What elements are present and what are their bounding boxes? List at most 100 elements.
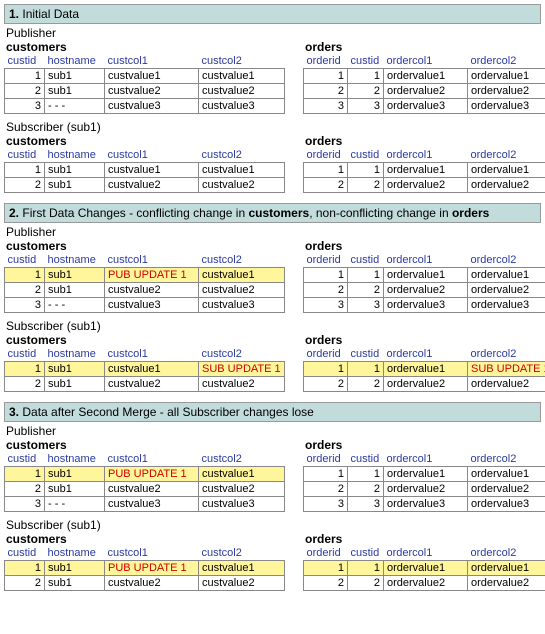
section-header: 3. Data after Second Merge - all Subscri…: [4, 402, 541, 422]
cell-orderid: 3: [304, 298, 348, 313]
cell-custcol1: custvalue1: [105, 362, 199, 377]
col-header: custcol1: [105, 347, 199, 362]
table-row: 2sub1custvalue2custvalue2: [5, 84, 285, 99]
cell-hostname: sub1: [45, 178, 105, 193]
col-header: custid: [348, 347, 384, 362]
table-row: 3- - -custvalue3custvalue3: [5, 298, 285, 313]
cell-orderid: 1: [304, 467, 348, 482]
table-row: 11ordervalue1ordervalue1: [304, 561, 545, 576]
cell-custid: 1: [348, 69, 384, 84]
cell-ordercol1: ordervalue1: [384, 268, 468, 283]
cell-custcol2: custvalue1: [199, 163, 285, 178]
cell-custcol1: custvalue2: [105, 576, 199, 591]
cell-custcol1: custvalue1: [105, 163, 199, 178]
cell-ordercol2: ordervalue2: [468, 482, 545, 497]
table-row: 22ordervalue2ordervalue2: [304, 482, 545, 497]
table-row: 2sub1custvalue2custvalue2: [5, 178, 285, 193]
cell-custcol1: custvalue2: [105, 377, 199, 392]
cell-custcol1: custvalue2: [105, 84, 199, 99]
table-row: 33ordervalue3ordervalue3: [304, 99, 545, 114]
cell-custid: 2: [348, 576, 384, 591]
cell-ordercol2: ordervalue3: [468, 298, 545, 313]
cell-custid: 1: [348, 268, 384, 283]
col-header: custid: [348, 546, 384, 561]
col-header: hostname: [45, 452, 105, 467]
col-header: ordercol1: [384, 148, 468, 163]
customers-table: custidhostnamecustcol1custcol21sub1PUB U…: [4, 546, 285, 591]
cell-orderid: 2: [304, 482, 348, 497]
cell-ordercol2: ordervalue2: [468, 283, 545, 298]
role-label: Subscriber (sub1): [6, 319, 541, 333]
cell-hostname: sub1: [45, 561, 105, 576]
table-row: 2sub1custvalue2custvalue2: [5, 576, 285, 591]
tables-row: customerscustidhostnamecustcol1custcol21…: [4, 239, 541, 313]
role-label: Publisher: [6, 26, 541, 40]
col-header: custid: [5, 253, 45, 268]
col-header: custcol2: [199, 546, 285, 561]
cell-ordercol2: ordervalue2: [468, 178, 545, 193]
cell-custcol2: custvalue1: [199, 467, 285, 482]
col-header: ordercol1: [384, 54, 468, 69]
cell-custid: 1: [5, 561, 45, 576]
col-header: hostname: [45, 253, 105, 268]
col-header: custid: [5, 148, 45, 163]
cell-orderid: 3: [304, 497, 348, 512]
table-row: 11ordervalue1ordervalue1: [304, 268, 545, 283]
role-label: Publisher: [6, 225, 541, 239]
table-row: 22ordervalue2ordervalue2: [304, 283, 545, 298]
table-name: orders: [305, 40, 545, 54]
cell-custcol2: custvalue2: [199, 84, 285, 99]
cell-custid: 1: [5, 362, 45, 377]
orders-table: orderidcustidordercol1ordercol211orderva…: [303, 54, 545, 114]
cell-custcol2: custvalue3: [199, 99, 285, 114]
table-name: customers: [6, 333, 285, 347]
tables-row: customerscustidhostnamecustcol1custcol21…: [4, 333, 541, 392]
orders-block: ordersorderidcustidordercol1ordercol211o…: [303, 438, 545, 512]
col-header: orderid: [304, 148, 348, 163]
orders-block: ordersorderidcustidordercol1ordercol211o…: [303, 239, 545, 313]
cell-orderid: 2: [304, 84, 348, 99]
cell-custcol1: PUB UPDATE 1: [105, 268, 199, 283]
section-title: First Data Changes - conflicting change …: [22, 206, 489, 220]
table-name: customers: [6, 532, 285, 546]
role-label: Subscriber (sub1): [6, 518, 541, 532]
cell-custcol2: custvalue2: [199, 576, 285, 591]
cell-hostname: - - -: [45, 298, 105, 313]
table-name: orders: [305, 239, 545, 253]
cell-hostname: sub1: [45, 84, 105, 99]
cell-custid: 2: [348, 84, 384, 99]
col-header: orderid: [304, 452, 348, 467]
cell-hostname: - - -: [45, 497, 105, 512]
cell-hostname: - - -: [45, 99, 105, 114]
cell-ordercol1: ordervalue1: [384, 467, 468, 482]
cell-ordercol1: ordervalue2: [384, 377, 468, 392]
cell-custid: 1: [5, 268, 45, 283]
table-name: orders: [305, 532, 545, 546]
table-name: orders: [305, 438, 545, 452]
orders-table: orderidcustidordercol1ordercol211orderva…: [303, 452, 545, 512]
cell-orderid: 1: [304, 163, 348, 178]
section-num: 3.: [9, 405, 19, 419]
cell-ordercol1: ordervalue1: [384, 69, 468, 84]
cell-custcol1: custvalue1: [105, 69, 199, 84]
cell-orderid: 1: [304, 362, 348, 377]
table-row: 1sub1custvalue1custvalue1: [5, 163, 285, 178]
cell-custid: 1: [348, 467, 384, 482]
col-header: custid: [5, 54, 45, 69]
cell-custcol2: custvalue2: [199, 482, 285, 497]
customers-block: customerscustidhostnamecustcol1custcol21…: [4, 40, 285, 114]
col-header: hostname: [45, 546, 105, 561]
cell-custid: 1: [5, 163, 45, 178]
cell-custcol1: custvalue2: [105, 178, 199, 193]
customers-table: custidhostnamecustcol1custcol21sub1custv…: [4, 347, 285, 392]
cell-orderid: 2: [304, 283, 348, 298]
table-row: 2sub1custvalue2custvalue2: [5, 377, 285, 392]
col-header: ordercol1: [384, 546, 468, 561]
cell-hostname: sub1: [45, 268, 105, 283]
cell-custcol2: custvalue3: [199, 298, 285, 313]
col-header: custcol2: [199, 452, 285, 467]
table-row: 11ordervalue1ordervalue1: [304, 163, 545, 178]
customers-table: custidhostnamecustcol1custcol21sub1PUB U…: [4, 452, 285, 512]
cell-ordercol2: ordervalue1: [468, 69, 545, 84]
cell-custid: 2: [5, 482, 45, 497]
